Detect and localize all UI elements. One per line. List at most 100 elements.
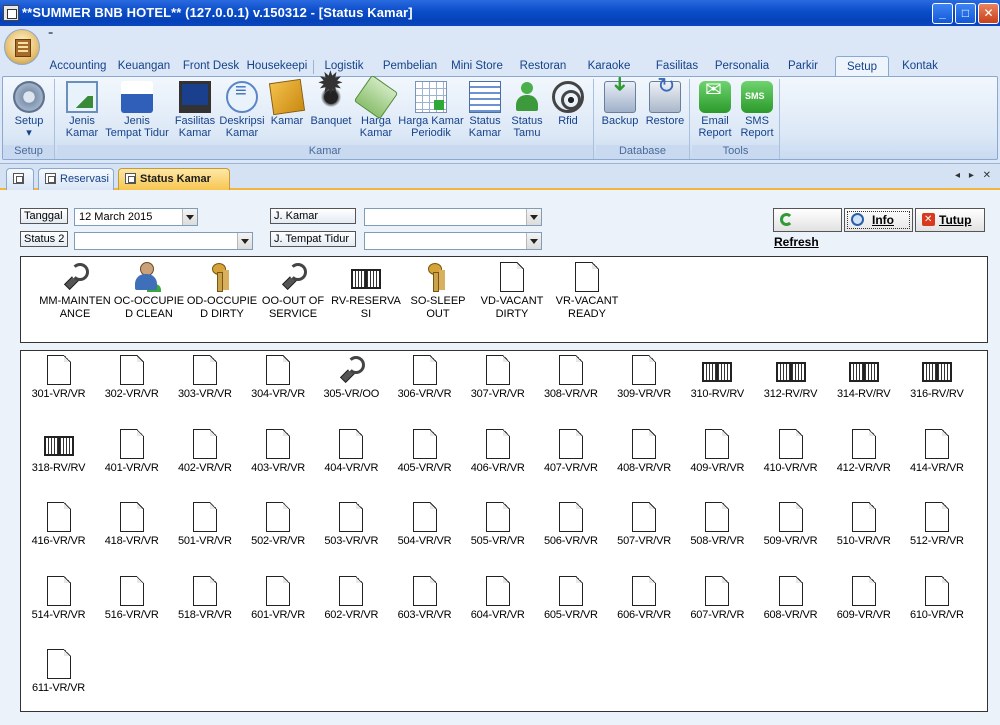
room-tile[interactable]: 516-VR/VR [95,575,168,641]
room-tile[interactable]: 403-VR/VR [242,428,315,494]
room-tile[interactable]: 607-VR/VR [681,575,754,641]
chevron-down-icon[interactable] [237,233,252,249]
room-tile[interactable]: 508-VR/VR [681,501,754,567]
app-window-icon[interactable] [3,5,19,21]
fasilitas-kamar-button[interactable]: Fasilitas Kamar [171,81,219,139]
restore-button[interactable]: Restore [642,80,688,127]
room-tile[interactable]: 408-VR/VR [608,428,681,494]
quick-access-dropdown[interactable]: ⁼ [48,30,53,41]
room-tile[interactable]: 605-VR/VR [534,575,607,641]
room-tile[interactable]: 603-VR/VR [388,575,461,641]
room-tile[interactable]: 505-VR/VR [461,501,534,567]
room-tile[interactable]: 606-VR/VR [608,575,681,641]
ribbon-tab-keuangan[interactable]: Keuangan [113,56,175,76]
tutup-button[interactable]: Tutup [915,208,985,232]
room-tile[interactable]: 412-VR/VR [827,428,900,494]
tanggal-datepicker[interactable]: 12 March 2015 [74,208,198,226]
room-tile[interactable]: 304-VR/VR [242,354,315,420]
room-tile[interactable]: 509-VR/VR [754,501,827,567]
status-tamu-button[interactable]: Status Tamu [506,81,548,139]
ribbon-tab-personalia[interactable]: Personalia [712,56,772,76]
ribbon-tab-parkir[interactable]: Parkir [778,56,828,76]
room-tile[interactable]: 406-VR/VR [461,428,534,494]
deskripsi-kamar-button[interactable]: DeskripsiKamar [217,81,267,139]
room-tile[interactable]: 506-VR/VR [534,501,607,567]
room-tile[interactable]: 404-VR/VR [315,428,388,494]
room-tile[interactable]: 303-VR/VR [168,354,241,420]
jkamar-select[interactable] [364,208,542,226]
room-tile[interactable]: 316-RV/RV [900,354,973,420]
room-tile[interactable]: 418-VR/VR [95,501,168,567]
room-tile[interactable]: 507-VR/VR [608,501,681,567]
ribbon-tab-pembelian[interactable]: Pembelian [380,56,440,76]
ribbon-tab-housekeepi[interactable]: Housekeepi [245,56,309,76]
room-tile[interactable]: 401-VR/VR [95,428,168,494]
room-tile[interactable]: 608-VR/VR [754,575,827,641]
sms-report-button[interactable]: SMSReport [736,81,778,139]
room-tile[interactable]: 512-VR/VR [900,501,973,567]
maximize-button[interactable]: □ [955,3,976,24]
setup-button[interactable]: Setup ▾ [9,81,49,139]
room-tile[interactable]: 318-RV/RV [22,428,95,494]
room-tile[interactable]: 502-VR/VR [242,501,315,567]
room-tile[interactable]: 510-VR/VR [827,501,900,567]
room-tile[interactable]: 611-VR/VR [22,648,95,711]
room-tile[interactable]: 405-VR/VR [388,428,461,494]
close-button[interactable]: ✕ [978,3,999,24]
status-kamar-button[interactable]: Status Kamar [465,81,505,139]
room-tile[interactable]: 308-VR/VR [534,354,607,420]
room-tile[interactable]: 309-VR/VR [608,354,681,420]
room-tile[interactable]: 604-VR/VR [461,575,534,641]
chevron-down-icon[interactable] [526,209,541,225]
ribbon-tab-karaoke[interactable]: Karaoke [580,56,638,76]
room-tile[interactable]: 312-RV/RV [754,354,827,420]
doc-tab-home[interactable] [6,168,34,190]
jtempat-select[interactable] [364,232,542,250]
backup-button[interactable]: Backup [598,81,642,127]
jenis-kamar-button[interactable]: Jenis Kamar [61,81,103,139]
room-tile[interactable]: 504-VR/VR [388,501,461,567]
doc-tab-navigation[interactable]: ◂ ▸ ✕ [955,170,994,181]
room-tile[interactable]: 601-VR/VR [242,575,315,641]
room-tile[interactable]: 409-VR/VR [681,428,754,494]
rfid-button[interactable]: Rfid [548,81,588,127]
chevron-down-icon[interactable] [526,233,541,249]
room-tile[interactable]: 410-VR/VR [754,428,827,494]
doc-tab-status-kamar[interactable]: Status Kamar [118,168,230,190]
ribbon-tab-accounting[interactable]: Accounting [44,56,112,76]
chevron-down-icon[interactable] [182,209,197,225]
harga-kamar-button[interactable]: Harga Kamar [353,74,399,139]
room-tile[interactable]: 407-VR/VR [534,428,607,494]
minimize-button[interactable]: _ [932,3,953,24]
room-tile[interactable]: 302-VR/VR [95,354,168,420]
info-button[interactable]: Info [844,208,913,232]
room-tile[interactable]: 306-VR/VR [388,354,461,420]
ribbon-tab-kontak[interactable]: Kontak [893,56,947,76]
room-tile[interactable]: 314-RV/RV [827,354,900,420]
room-tile[interactable]: 609-VR/VR [827,575,900,641]
room-tile[interactable]: 503-VR/VR [315,501,388,567]
room-tile[interactable]: 305-VR/OO [315,354,388,420]
room-tile[interactable]: 602-VR/VR [315,575,388,641]
banquet-button[interactable]: Banquet [307,77,355,127]
refresh-button[interactable]: Refresh [773,208,842,249]
room-tile[interactable]: 416-VR/VR [22,501,95,567]
room-tile[interactable]: 414-VR/VR [900,428,973,494]
jenis-tempat-tidur-button[interactable]: Jenis Tempat Tidur [103,81,171,139]
ribbon-tab-restoran[interactable]: Restoran [514,56,572,76]
room-tile[interactable]: 610-VR/VR [900,575,973,641]
room-tile[interactable]: 307-VR/VR [461,354,534,420]
room-tile[interactable]: 402-VR/VR [168,428,241,494]
ribbon-tab-front-desk[interactable]: Front Desk [178,56,244,76]
status2-select[interactable] [74,232,253,250]
doc-tab-reservasi[interactable]: Reservasi [38,168,114,190]
room-tile[interactable]: 301-VR/VR [22,354,95,420]
room-tile[interactable]: 514-VR/VR [22,575,95,641]
email-report-button[interactable]: EmailReport [694,81,736,139]
room-tile[interactable]: 518-VR/VR [168,575,241,641]
room-tile[interactable]: 501-VR/VR [168,501,241,567]
ribbon-tab-mini-store[interactable]: Mini Store [446,56,508,76]
ribbon-tab-setup[interactable]: Setup [835,56,889,76]
kamar-button[interactable]: Kamar [267,78,307,127]
room-tile[interactable]: 310-RV/RV [681,354,754,420]
